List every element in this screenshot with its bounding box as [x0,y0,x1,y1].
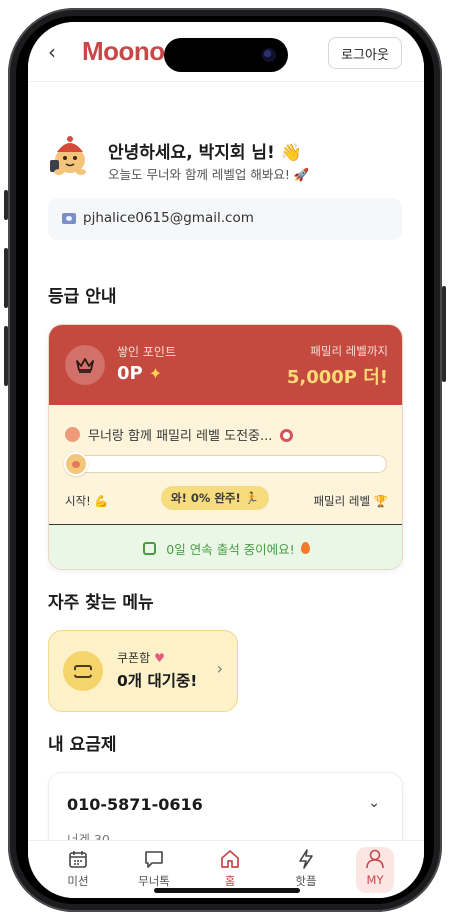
chat-icon [143,847,165,871]
points-label: 쌓인 포인트 [117,345,177,359]
progress-track [64,452,387,476]
grade-progress-area: 무너랑 함께 패밀리 레벨 도전중... 시작! 💪 와! 0% 완주! 🏃 패… [49,405,402,525]
tab-my[interactable]: MY [356,847,394,893]
calendar-icon [68,847,88,871]
coupon-label-row: 쿠폰함 ♥ [117,649,165,666]
chevron-right-icon: › [216,659,223,678]
user-icon [365,847,385,871]
progress-percent-pill: 와! 0% 완주! 🏃 [161,486,270,510]
tab-hotplace[interactable]: 핫플 [276,847,336,893]
volume-up-button [4,248,8,308]
grade-card: 쌓인 포인트 0P ✦ 패밀리 레벨까지 5,000P 더! 무너랑 함께 패밀리… [48,324,403,570]
home-indicator [154,888,300,893]
greeting-title: 안녕하세요, 박지회 님! 👋 [108,143,302,163]
tab-mission[interactable]: 미션 [48,847,108,893]
power-button [442,286,446,382]
grade-section-title: 등급 안내 [48,287,117,307]
streak-text: 0일 연속 출석 중이에요! [166,541,295,557]
email-text: pjhalice0615@gmail.com [83,210,254,226]
grade-card-header: 쌓인 포인트 0P ✦ 패밀리 레벨까지 5,000P 더! [49,325,402,405]
progress-end-label: 패밀리 레벨 🏆 [313,494,388,508]
sparkle-icon: ✦ [148,364,163,383]
tab-mission-label: 미션 [67,874,89,888]
id-card-icon [62,213,76,224]
ticket-icon [63,651,103,691]
tab-moonertalk[interactable]: 무너톡 [124,847,184,893]
mascot-avatar [50,136,86,175]
next-level-label: 패밀리 레벨까지 [310,344,388,358]
email-display: pjhalice0615@gmail.com [48,198,402,240]
calendar-icon [143,541,157,555]
coupon-count: 0개 대기중! [117,672,198,690]
progress-mascot-marker [64,452,88,476]
tab-home-label: 홈 [224,874,236,888]
my-plan-title: 내 요금제 [48,735,117,755]
points-value: 0P [117,363,143,384]
challenge-text: 무너랑 함께 패밀리 레벨 도전중... [88,429,273,444]
volume-down-button [4,326,8,386]
mascot-icon [65,427,80,442]
screen: ‹ Moono 로그아웃 안녕하세요, 박지회 님! 👋 오늘도 무너와 함께 … [28,22,424,898]
app-logo: Moono [82,36,165,66]
next-level-value: 5,000P 더! [286,367,388,388]
tab-hotplace-label: 핫플 [295,874,317,888]
lightning-icon [296,847,316,871]
chevron-left-icon[interactable]: ‹ [48,40,56,64]
greeting-subtitle: 오늘도 무너와 함께 레벨업 해봐요! 🚀 [108,167,310,182]
heart-icon: ♥ [154,651,165,665]
attendance-streak: 0일 연속 출석 중이에요! [49,525,402,569]
points-value-row: 0P ✦ [117,363,162,384]
main-content[interactable]: 안녕하세요, 박지회 님! 👋 오늘도 무너와 함께 레벨업 해봐요! 🚀 pj… [28,82,424,852]
fire-icon [300,542,310,554]
tab-my-label: MY [366,873,384,887]
tab-moonertalk-label: 무너톡 [138,874,170,888]
coupon-label: 쿠폰함 [117,651,151,665]
dynamic-island [164,38,288,72]
frequent-menu-title: 자주 찾는 메뉴 [48,593,154,613]
progress-start-label: 시작! 💪 [65,494,109,508]
camera-icon [262,48,276,62]
coupon-box-card[interactable]: 쿠폰함 ♥ 0개 대기중! › [48,630,238,712]
phone-number: 010-5871-0616 [67,795,203,814]
target-icon [280,429,294,442]
crown-icon [65,345,105,385]
action-button [4,190,8,220]
challenge-row: 무너랑 함께 패밀리 레벨 도전중... [65,425,294,444]
home-icon [219,847,241,871]
logout-button[interactable]: 로그아웃 [328,37,402,69]
tab-home[interactable]: 홈 [200,847,260,893]
chevron-down-icon[interactable]: ⌄ [368,795,380,811]
